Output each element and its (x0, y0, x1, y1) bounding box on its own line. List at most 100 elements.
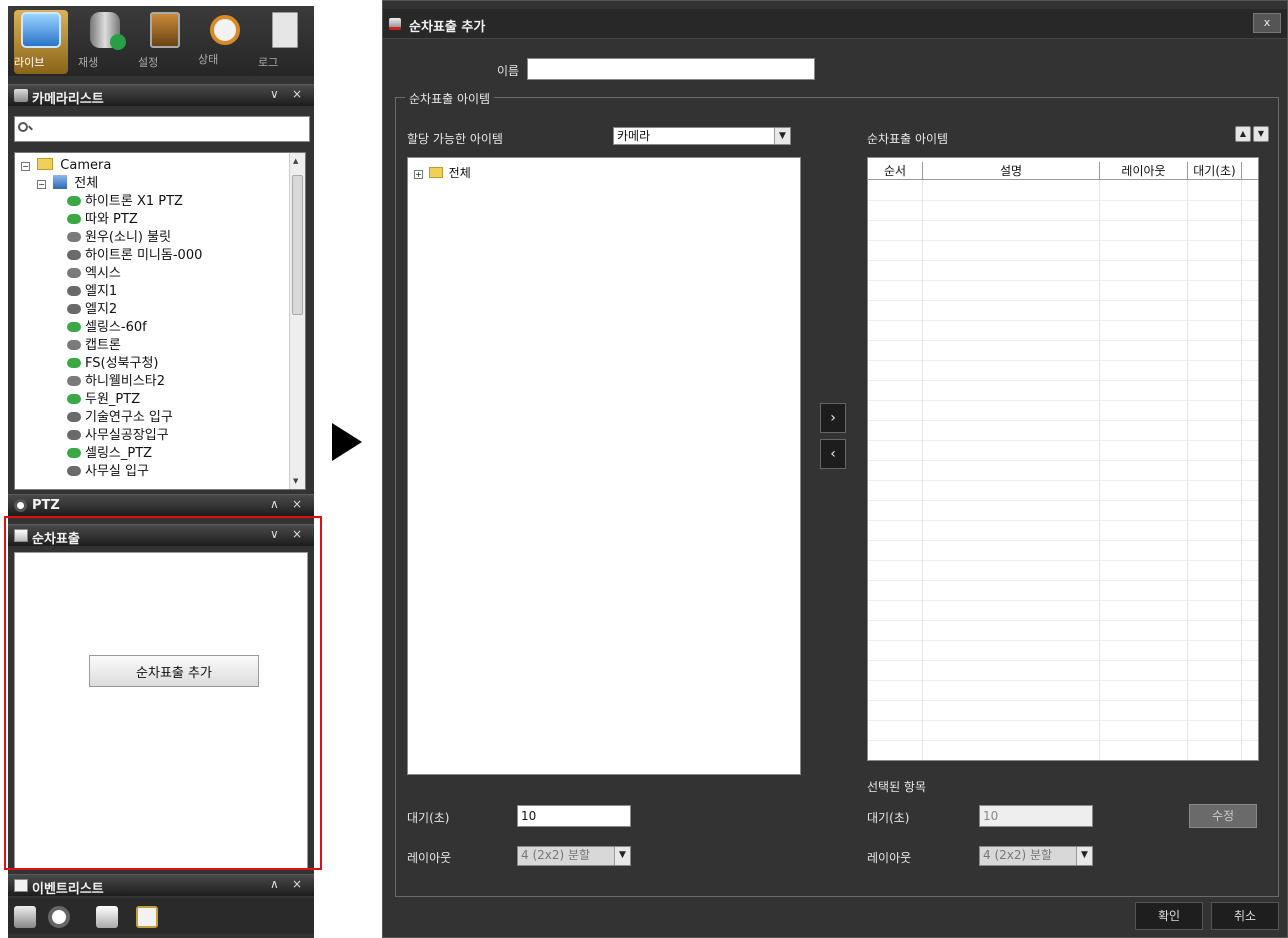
camera-icon (67, 430, 81, 440)
dialog-close-button[interactable]: x (1253, 13, 1281, 33)
cancel-button[interactable]: 취소 (1211, 902, 1279, 930)
name-input[interactable] (527, 58, 815, 80)
layout-select[interactable]: 4 (2x2) 분할 ▼ (517, 846, 631, 866)
edit-button[interactable]: 수정 (1189, 804, 1257, 828)
camera-icon (67, 358, 81, 368)
scroll-up-icon[interactable]: ▲ (293, 157, 298, 165)
camera-tree-item[interactable]: 사무실공장입구 (67, 427, 169, 445)
clock-icon (210, 15, 240, 45)
camera-tree-item[interactable]: 엑시스 (67, 265, 121, 283)
toolbar-settings[interactable]: 설정 (138, 10, 192, 74)
available-items-label: 할당 가능한 아이템 (407, 132, 503, 146)
database-play-icon (90, 12, 126, 50)
camera-tree-item[interactable]: 기술연구소 입구 (67, 409, 173, 427)
selected-layout-label: 레이아웃 (867, 851, 912, 865)
camera-tree-item[interactable]: 셀링스-60f (67, 319, 147, 337)
table-column (1100, 180, 1188, 760)
close-icon[interactable]: × (292, 497, 302, 511)
column-header-layout[interactable]: 레이아웃 (1100, 162, 1188, 180)
camera-tree-item-label: 셀링스_PTZ (85, 446, 153, 461)
layout-label: 레이아웃 (407, 851, 452, 865)
collapse-toggle-icon: − (37, 180, 46, 189)
scrollbar-thumb[interactable] (292, 175, 303, 315)
toolbar-label: 라이브 (14, 56, 45, 69)
search-icon (18, 122, 28, 132)
ptz-header: PTZ ∧ × (8, 494, 314, 516)
selected-wait-input[interactable]: 10 (979, 805, 1093, 827)
camera-tree-item[interactable]: 따와 PTZ (67, 211, 138, 229)
toolbar-label: 상태 (198, 53, 219, 66)
selected-layout-value: 4 (2x2) 분할 (983, 848, 1053, 862)
camera-tree-item[interactable]: 엘지2 (67, 301, 117, 319)
table-column (868, 180, 923, 760)
table-header: 순서 설명 레이아웃 대기(초) (868, 162, 1258, 180)
camera-icon (67, 322, 81, 332)
expand-icon[interactable]: ∧ (270, 877, 279, 891)
camera-icon (67, 376, 81, 386)
toolbar-label: 재생 (78, 56, 99, 69)
ptz-tab-icon[interactable] (48, 906, 70, 928)
dialog-titlebar: 순차표출 추가 x (383, 9, 1287, 39)
camera-tree-item[interactable]: 엘지1 (67, 283, 117, 301)
layout-value: 4 (2x2) 분할 (521, 848, 591, 862)
scroll-down-icon[interactable]: ▼ (293, 477, 298, 485)
tree-scrollbar[interactable]: ▲ ▼ (289, 153, 305, 489)
sequence-tab-icon[interactable] (96, 906, 118, 928)
selected-item-label: 선택된 항목 (867, 780, 927, 794)
camera-icon (67, 286, 81, 296)
close-icon[interactable]: × (292, 877, 302, 891)
name-label: 이름 (497, 64, 520, 78)
available-type-select[interactable]: 카메라 ▼ (613, 127, 791, 145)
move-right-button[interactable]: › (820, 403, 846, 433)
collapse-icon[interactable]: ∨ (270, 87, 279, 101)
collapse-toggle-icon: − (21, 162, 30, 171)
sequence-items-table: 순서 설명 레이아웃 대기(초) (867, 157, 1259, 761)
camera-tree-item-label: 기술연구소 입구 (85, 410, 173, 425)
column-header-description[interactable]: 설명 (923, 162, 1100, 180)
column-header-wait[interactable]: 대기(초) (1188, 162, 1242, 180)
available-tree-root-label: 전체 (448, 166, 471, 180)
move-down-icon[interactable]: ▼ (1253, 126, 1269, 142)
toolbar-status[interactable]: 상태 (198, 10, 252, 74)
dropdown-icon: ▼ (774, 128, 790, 144)
camera-tree-item[interactable]: 하이트론 X1 PTZ (67, 193, 183, 211)
tree-group[interactable]: − 전체 (37, 175, 98, 193)
camera-icon (67, 232, 81, 242)
camera-list-tab-icon[interactable] (14, 906, 36, 928)
camera-tree-item[interactable]: FS(성북구청) (67, 355, 159, 373)
log-search-icon (272, 12, 298, 48)
toolbar-playback[interactable]: 재생 (78, 10, 132, 74)
ok-button[interactable]: 확인 (1135, 902, 1203, 930)
available-tree-root[interactable]: + 전체 (414, 164, 471, 181)
group-icon (53, 175, 68, 189)
camera-tree-item-label: 하이트론 X1 PTZ (85, 194, 183, 209)
camera-icon (67, 340, 81, 350)
table-column (1188, 180, 1242, 760)
column-header-order[interactable]: 순서 (868, 162, 923, 180)
camera-tree-item[interactable]: 사무실 입구 (67, 463, 149, 481)
toolbar-log[interactable]: 로그 (258, 10, 312, 74)
move-left-button[interactable]: ‹ (820, 439, 846, 469)
event-list-tab-icon[interactable] (136, 906, 158, 928)
camera-tree-item[interactable]: 원우(소니) 불릿 (67, 229, 171, 247)
wait-input[interactable]: 10 (517, 805, 631, 827)
toolbar-live[interactable]: 라이브 (14, 10, 68, 74)
expand-icon[interactable]: ∧ (270, 497, 279, 511)
event-list-title: 이벤트리스트 (32, 882, 104, 897)
toolbar-label: 설정 (138, 56, 159, 69)
camera-tree-item[interactable]: 캡트론 (67, 337, 121, 355)
group-label: 순차표출 아이템 (405, 90, 495, 107)
camera-tree-item[interactable]: 하이트론 미니돔-000 (67, 247, 202, 265)
camera-icon (67, 412, 81, 422)
camera-tree-item[interactable]: 하니웰비스타2 (67, 373, 165, 391)
camera-tree-item-label: 엘지2 (85, 302, 118, 317)
close-icon[interactable]: × (292, 87, 302, 101)
tree-root[interactable]: − Camera (21, 157, 111, 175)
table-column (923, 180, 1100, 760)
move-up-icon[interactable]: ▲ (1235, 126, 1251, 142)
camera-tree-item[interactable]: 셀링스_PTZ (67, 445, 152, 463)
camera-tree-item[interactable]: 두원_PTZ (67, 391, 140, 409)
selected-wait-label: 대기(초) (867, 811, 910, 825)
camera-search-input[interactable] (14, 116, 310, 142)
selected-layout-select[interactable]: 4 (2x2) 분할 ▼ (979, 846, 1093, 866)
